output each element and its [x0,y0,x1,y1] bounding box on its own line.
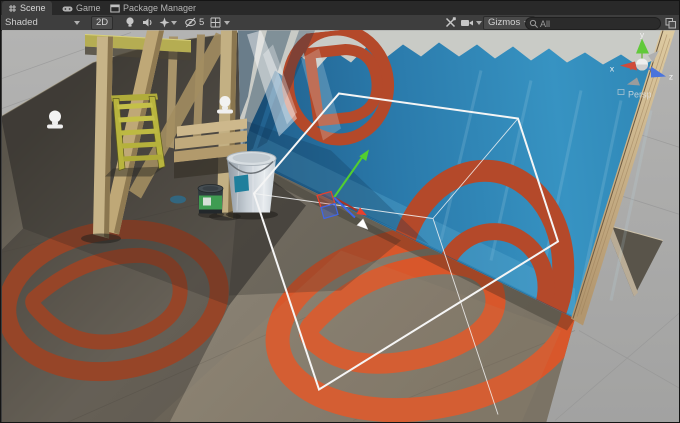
chevron-down-icon [224,21,230,25]
blue-prop[interactable] [170,196,186,204]
dock-tabbar: Scene Game Package Manager [1,1,679,15]
camera-icon [460,17,474,29]
gamepad-icon [62,4,73,13]
search-icon [529,19,539,29]
tab-package-manager[interactable]: Package Manager [104,1,202,15]
tools-icon [444,16,457,29]
chevron-down-icon [171,21,177,25]
audio-icon [141,16,154,29]
lightbulb-icon [124,16,136,29]
toggle-2d-button[interactable]: 2D [91,15,113,30]
chevron-down-icon [476,21,482,25]
grid-visibility-button[interactable] [209,15,222,30]
search-input[interactable] [540,18,652,29]
draw-mode-dropdown[interactable]: Shaded [5,15,38,30]
audio-toggle-button[interactable] [141,15,154,30]
paint-bucket[interactable] [226,152,278,220]
effects-icon [158,16,171,29]
tab-label: Game [76,3,101,13]
windows-button[interactable] [665,15,677,30]
grid-caret[interactable] [224,15,230,30]
tab-game[interactable]: Game [56,1,107,15]
scene-toolbar: Shaded 2D 5 [1,15,679,31]
windows-icon [665,17,677,29]
package-icon [110,4,120,13]
camera-caret[interactable] [476,15,482,30]
effects-toggle-button[interactable] [158,15,171,30]
effects-caret[interactable] [171,15,177,30]
visibility-off-icon [184,16,198,29]
grid-icon [209,16,222,29]
unity-editor-window: Scene Game Package Manager Shaded 2D [0,0,680,423]
grid-icon [8,4,17,13]
scene-camera-button[interactable] [460,15,474,30]
tab-label: Scene [20,3,46,13]
paint-can[interactable] [198,185,224,219]
component-tools-button[interactable] [444,15,457,30]
hidden-count-badge: 5 [199,17,204,28]
draw-mode-caret[interactable] [74,15,80,30]
toggle-2d-label: 2D [91,16,113,30]
tab-label: Package Manager [123,3,196,13]
chevron-down-icon [74,21,80,25]
tab-scene[interactable]: Scene [2,1,52,15]
lighting-toggle-button[interactable] [124,15,136,30]
axis-z-label: z [669,72,673,82]
draw-mode-label: Shaded [5,17,38,28]
gizmos-label: Gizmos [488,17,520,28]
scene-canvas[interactable]: y x z Persp [2,30,680,423]
scene-viewport[interactable]: y x z Persp [2,30,680,423]
scene-search-field[interactable] [525,17,661,30]
scene-visibility-button[interactable]: 5 [184,15,204,30]
projection-label[interactable]: Persp [628,90,652,100]
